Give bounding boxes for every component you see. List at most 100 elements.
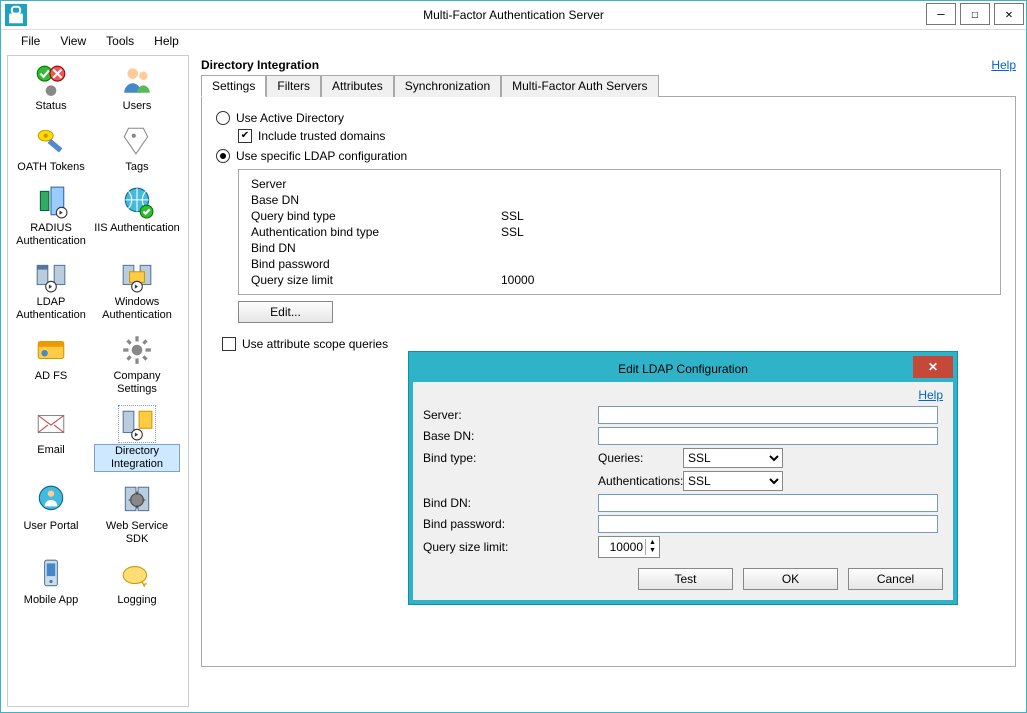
nav-item-email[interactable]: Email [8,404,94,480]
edit-ldap-button[interactable]: Edit... [238,301,333,323]
queries-select[interactable]: SSL [683,448,783,468]
qsize-input[interactable] [599,540,645,554]
nav-label: IIS Authentication [94,222,180,235]
tab-settings[interactable]: Settings [201,75,266,97]
nav-icon [119,62,155,98]
bindpw-label: Bind password: [423,517,598,531]
nav-icon [119,184,155,220]
ldap-value: SSL [501,209,524,223]
nav-label: Users [94,100,180,113]
nav-icon [33,258,69,294]
radio-icon [216,149,230,163]
ldap-key: Query bind type [251,209,501,223]
nav-item-logging[interactable]: Logging [94,554,180,615]
menubar: File View Tools Help [1,30,1026,52]
basedn-input[interactable] [598,427,938,445]
nav-icon [33,123,69,159]
radio-use-ldap[interactable]: Use specific LDAP configuration [216,149,1001,163]
application-window: Multi-Factor Authentication Server — ☐ ✕… [0,0,1027,713]
dialog-close-button[interactable]: ✕ [913,356,953,378]
tab-synchronization[interactable]: Synchronization [394,75,501,97]
binddn-label: Bind DN: [423,496,598,510]
cancel-button[interactable]: Cancel [848,568,943,590]
nav-label: AD FS [8,370,94,383]
radio-use-ad-label: Use Active Directory [236,111,344,125]
nav-item-ad-fs[interactable]: AD FS [8,330,94,404]
menu-help[interactable]: Help [144,30,189,52]
dialog-titlebar: Edit LDAP Configuration ✕ [413,356,953,382]
nav-label: Windows Authentication [94,296,180,322]
nav-item-directory-integration[interactable]: Directory Integration [94,404,180,480]
maximize-button[interactable]: ☐ [960,3,990,25]
radio-use-ad[interactable]: Use Active Directory [216,111,1001,125]
nav-label: OATH Tokens [8,161,94,174]
nav-label: RADIUS Authentication [8,222,94,248]
server-input[interactable] [598,406,938,424]
checkbox-include-trusted[interactable]: ✔ Include trusted domains [238,129,1001,143]
ldap-value: SSL [501,225,524,239]
section-title: Directory Integration [201,58,319,72]
nav-icon [33,406,69,442]
tab-multi-factor-auth-servers[interactable]: Multi-Factor Auth Servers [501,75,658,97]
ldap-key: Base DN [251,193,501,207]
nav-item-radius-authentication[interactable]: RADIUS Authentication [8,182,94,256]
ldap-key: Server [251,177,501,191]
ldap-row: Base DN [251,192,988,208]
auths-select[interactable]: SSL [683,471,783,491]
window-title: Multi-Factor Authentication Server [1,8,1026,22]
nav-item-tags[interactable]: Tags [94,121,180,182]
nav-item-user-portal[interactable]: User Portal [8,480,94,554]
nav-item-users[interactable]: Users [94,60,180,121]
menu-view[interactable]: View [50,30,96,52]
bindpw-input[interactable] [598,515,938,533]
nav-item-mobile-app[interactable]: Mobile App [8,554,94,615]
tab-attributes[interactable]: Attributes [321,75,394,97]
section-help-link[interactable]: Help [991,58,1016,72]
bindtype-label: Bind type: [423,451,598,465]
nav-item-company-settings[interactable]: Company Settings [94,330,180,404]
ok-button[interactable]: OK [743,568,838,590]
nav-icon [119,332,155,368]
nav-item-ldap-authentication[interactable]: LDAP Authentication [8,256,94,330]
radio-icon [216,111,230,125]
nav-label: Tags [94,161,180,174]
nav-item-oath-tokens[interactable]: OATH Tokens [8,121,94,182]
nav-icon [33,482,69,518]
nav-label: Logging [94,594,180,607]
ldap-summary-box: ServerBase DNQuery bind typeSSLAuthentic… [238,169,1001,295]
nav-item-status[interactable]: Status [8,60,94,121]
nav-item-iis-authentication[interactable]: IIS Authentication [94,182,180,256]
ldap-row: Bind DN [251,240,988,256]
tab-filters[interactable]: Filters [266,75,321,97]
ldap-row: Bind password [251,256,988,272]
menu-file[interactable]: File [11,30,50,52]
nav-icon [33,556,69,592]
checkbox-scope-queries-label: Use attribute scope queries [242,337,388,351]
dialog-help-link[interactable]: Help [918,388,943,402]
minimize-button[interactable]: — [926,3,956,25]
nav-label: Directory Integration [94,444,180,472]
ldap-value: 10000 [501,273,534,287]
nav-item-web-service-sdk[interactable]: Web Service SDK [94,480,180,554]
spinner-arrows-icon[interactable]: ▲▼ [645,539,659,555]
qsize-label: Query size limit: [423,540,598,554]
nav-label: Status [8,100,94,113]
checkbox-scope-queries[interactable]: Use attribute scope queries [222,337,1001,351]
ldap-row: Query size limit10000 [251,272,988,288]
binddn-input[interactable] [598,494,938,512]
test-button[interactable]: Test [638,568,733,590]
nav-item-windows-authentication[interactable]: Windows Authentication [94,256,180,330]
nav-sidebar: StatusUsers OATH TokensTags RADIUS Authent… [7,55,189,707]
checkbox-icon: ✔ [238,129,252,143]
nav-icon [119,406,155,442]
queries-label: Queries: [598,451,683,465]
server-label: Server: [423,408,598,422]
qsize-spinner[interactable]: ▲▼ [598,536,660,558]
menu-tools[interactable]: Tools [96,30,144,52]
tabstrip: SettingsFiltersAttributesSynchronization… [201,74,1016,97]
auths-label: Authentications: [598,474,683,488]
close-window-button[interactable]: ✕ [994,3,1024,25]
checkbox-include-trusted-label: Include trusted domains [258,129,385,143]
radio-use-ldap-label: Use specific LDAP configuration [236,149,407,163]
checkbox-icon [222,337,236,351]
